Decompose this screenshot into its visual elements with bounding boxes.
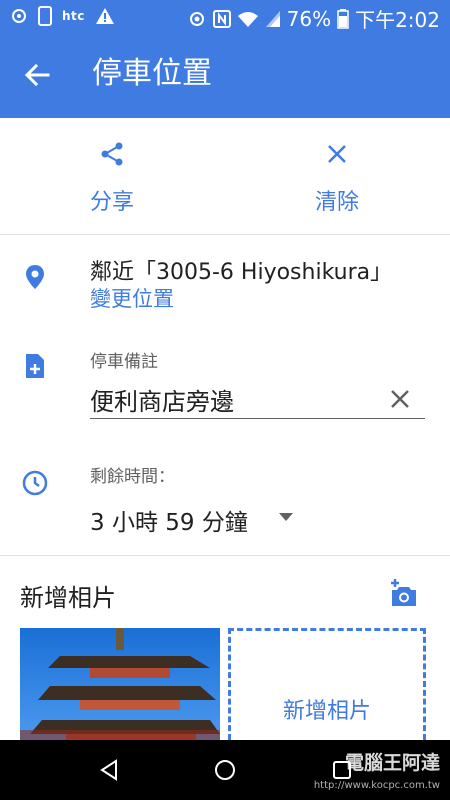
note-label: 停車備註 [90, 352, 158, 372]
note-value: 便利商店旁邊 [90, 388, 234, 416]
battery-percent: 76% [286, 6, 332, 31]
action-row: 分享 清除 [0, 118, 450, 235]
time-remaining-label: 剩餘時間： [90, 467, 175, 487]
home-nav-icon[interactable] [213, 758, 237, 782]
signal-icon [265, 10, 280, 27]
warning-icon [95, 8, 114, 24]
clock-icon [22, 470, 48, 496]
share-icon [101, 142, 123, 166]
dropdown-arrow-icon[interactable] [278, 512, 294, 522]
settings-notification-icon [12, 9, 26, 23]
back-nav-icon[interactable] [98, 758, 122, 782]
watermark-text: 電腦王阿達 [344, 752, 440, 774]
watermark-url: http://www.kocpc.com.tw [313, 780, 440, 791]
note-add-icon [26, 354, 44, 378]
location-pin-icon [26, 265, 44, 289]
battery-icon [337, 8, 349, 29]
carrier-label: htc [62, 9, 85, 23]
clock: 下午2:02 [355, 8, 440, 32]
close-icon [328, 145, 346, 163]
change-location-link[interactable]: 變更位置 [90, 283, 174, 313]
photos-heading: 新增相片 [20, 584, 116, 612]
app-bar: 停車位置 [0, 32, 450, 118]
back-arrow-icon[interactable] [20, 58, 54, 92]
page-title: 停車位置 [92, 56, 212, 91]
clear-note-icon[interactable] [389, 388, 411, 410]
pagoda-photo [20, 628, 220, 740]
add-photo-tile[interactable]: 新增相片 [228, 628, 426, 740]
location-status-icon [189, 11, 204, 26]
share-label: 分享 [89, 190, 134, 215]
add-photo-icon[interactable] [388, 578, 420, 610]
phone-notification-icon [38, 6, 52, 26]
add-photo-tile-label: 新增相片 [282, 699, 371, 724]
clear-label: 清除 [314, 190, 359, 215]
share-button[interactable]: 分享 [52, 140, 172, 216]
time-remaining-value[interactable]: 3 小時 59 分鐘 [90, 503, 248, 537]
section-divider [0, 555, 450, 556]
location-text: 鄰近「3005-6 Hiyoshikura」 [90, 260, 393, 285]
status-bar: htc 76% 下午2:02 [0, 0, 450, 32]
parking-photo-thumbnail[interactable] [20, 628, 220, 740]
note-field[interactable]: 便利商店旁邊 [90, 380, 425, 419]
nfc-icon [212, 9, 231, 28]
navigation-bar: 電腦王阿達 http://www.kocpc.com.tw [0, 740, 450, 800]
wifi-icon [237, 11, 258, 27]
clear-button[interactable]: 清除 [277, 140, 397, 216]
